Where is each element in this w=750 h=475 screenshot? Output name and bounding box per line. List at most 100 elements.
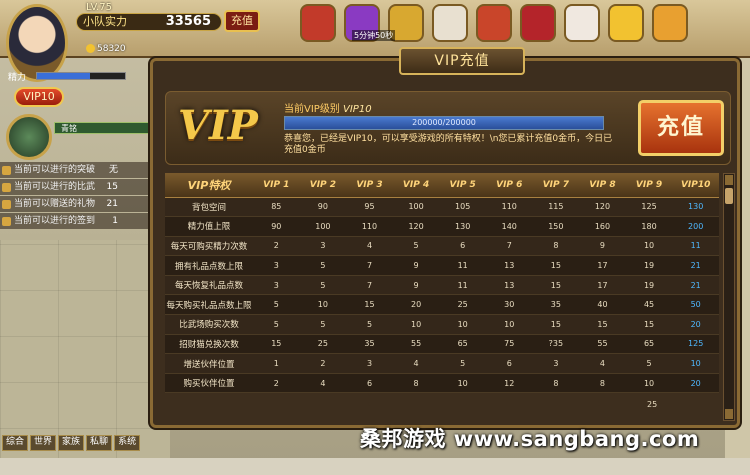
- table-body: 背包空间 85 90 95 100 105 110 115 120 125 130 精力值上限 90 10…: [165, 197, 719, 394]
- privilege-value: 110: [485, 197, 533, 218]
- vip-privilege-table: VIP特权 VIP 1 VIP 2 VIP 3 VIP 4 VIP 5 VIP 6 VIP 7…: [165, 173, 719, 394]
- privilege-value: 30: [485, 294, 533, 316]
- privilege-value: 20: [392, 294, 440, 316]
- privilege-value: 10: [625, 236, 673, 257]
- privilege-value: 11: [672, 236, 719, 257]
- header-privilege: VIP特权: [165, 173, 253, 198]
- team-power-label: 小队实力: [83, 15, 127, 28]
- header-vip-10: VIP10: [672, 173, 719, 198]
- task-item[interactable]: 当前可以进行的突破 无: [0, 162, 150, 178]
- privilege-value: 15: [579, 314, 626, 335]
- privilege-value: 35: [532, 294, 580, 316]
- privilege-value: 4: [579, 353, 626, 374]
- privilege-value: 10: [672, 353, 719, 374]
- privilege-name: 每天恢复礼品点数: [165, 275, 253, 296]
- table-row: 背包空间 85 90 95 100 105 110 115 120 125 130: [165, 197, 719, 218]
- scroll-down-arrow-icon[interactable]: [725, 409, 733, 419]
- privilege-value: 5: [625, 353, 673, 374]
- privilege-value: 2: [253, 373, 300, 394]
- task-item[interactable]: 当前可以赠送的礼物 21: [0, 196, 150, 212]
- vip-level-value: VIP10: [343, 104, 372, 115]
- table-row: 招财猫兑换次数 15 25 35 55 65 75 ?35 55 65 125: [165, 334, 719, 355]
- stamina-fill: [37, 73, 90, 79]
- privilege-value: 55: [579, 334, 626, 355]
- site-watermark: 桑邦游戏 www.sangbang.com: [360, 427, 700, 451]
- stamina-display: 精力: [8, 70, 128, 83]
- task-label: 当前可以进行的比武: [14, 182, 96, 192]
- privilege-value: 2: [253, 236, 300, 257]
- privilege-value: 17: [579, 275, 626, 296]
- privilege-value: 90: [299, 197, 347, 218]
- paper-icon[interactable]: [476, 4, 512, 42]
- privilege-value: 10: [625, 373, 673, 394]
- header-vip-3: VIP 3: [346, 173, 393, 198]
- table-row: 每天恢复礼品点数 3 5 7 9 11 13 15 17 19 21: [165, 275, 719, 296]
- privilege-value: 55: [392, 334, 440, 355]
- lucky-cat-icon[interactable]: [564, 4, 600, 42]
- table-row: 增送伙伴位置 1 2 3 4 5 6 3 4 5 10: [165, 353, 719, 374]
- task-count: 无: [108, 165, 118, 175]
- task-item[interactable]: 当前可以进行的签到 1: [0, 213, 150, 229]
- stamina-bar: [36, 72, 126, 80]
- mahjong-icon[interactable]: [432, 4, 468, 42]
- vip-logo: VIP: [178, 102, 258, 149]
- header-vip-9: VIP 9: [625, 173, 673, 198]
- fruit-basket-icon[interactable]: [300, 4, 336, 42]
- privilege-value: 15: [625, 314, 673, 335]
- privilege-value: 10: [299, 294, 347, 316]
- panel-title: VIP充值: [399, 47, 525, 75]
- scroll-thumb[interactable]: [725, 188, 733, 204]
- privilege-value: 5: [299, 314, 347, 335]
- bottom-strip: [0, 458, 750, 475]
- vip-badge[interactable]: VIP10: [14, 87, 64, 107]
- chat-tab-system[interactable]: 系统: [114, 435, 141, 451]
- privilege-name: 每天可购买精力次数: [165, 236, 253, 257]
- gold-display: 58320: [86, 44, 126, 54]
- privilege-value: 6: [485, 353, 533, 374]
- scroll-up-arrow-icon[interactable]: [725, 175, 733, 185]
- privilege-value: 5: [392, 236, 440, 257]
- privilege-value: 40: [579, 294, 626, 316]
- privilege-value: 19: [625, 275, 673, 296]
- task-icon: [2, 217, 11, 226]
- privilege-value: 75: [485, 334, 533, 355]
- privilege-value: 15: [532, 255, 580, 276]
- privilege-name: 招财猫兑换次数: [165, 334, 253, 355]
- privilege-value: 12: [485, 373, 533, 394]
- privilege-value: 120: [392, 216, 440, 237]
- privilege-value: 125: [672, 334, 719, 355]
- event-timer: 5分钟50秒: [352, 30, 396, 41]
- privilege-value: 140: [485, 216, 533, 237]
- privilege-value: 11: [439, 255, 486, 276]
- privilege-value: 9: [392, 275, 440, 296]
- privilege-value: 7: [346, 255, 393, 276]
- privilege-value: 5: [346, 314, 393, 335]
- vip-level-line: 当前VIP级别 VIP10: [284, 100, 372, 115]
- stamina-label: 精力: [8, 73, 27, 83]
- privilege-value: 10: [439, 373, 486, 394]
- pet-name-bar: 青铭: [54, 122, 149, 134]
- table-row: 购买伙伴位置 2 4 6 8 10 12 8 8 10 20: [165, 373, 719, 394]
- table-scrollbar[interactable]: [723, 173, 735, 421]
- recharge-button[interactable]: 充值: [638, 100, 724, 156]
- privilege-value: 105: [439, 197, 486, 218]
- chat-tab-all[interactable]: 综合: [2, 435, 29, 451]
- privilege-value: 100: [299, 216, 347, 237]
- chat-tab-private[interactable]: 私聊: [86, 435, 113, 451]
- table-header-row: VIP特权 VIP 1 VIP 2 VIP 3 VIP 4 VIP 5 VIP 6 VIP 7…: [165, 173, 719, 198]
- header-vip-6: VIP 6: [485, 173, 533, 198]
- lantern-icon[interactable]: [608, 4, 644, 42]
- card-icon[interactable]: [520, 4, 556, 42]
- privilege-value: 4: [346, 236, 393, 257]
- chat-tab-world[interactable]: 世界: [30, 435, 57, 451]
- chat-tab-family[interactable]: 家族: [58, 435, 85, 451]
- pet-portrait[interactable]: [6, 114, 52, 160]
- signin-icon[interactable]: [652, 4, 688, 42]
- top-recharge-button[interactable]: 充值: [224, 10, 260, 32]
- task-item[interactable]: 当前可以进行的比武 15: [0, 179, 150, 195]
- privilege-value: 160: [579, 216, 626, 237]
- privilege-value: 21: [672, 255, 719, 276]
- privilege-name: 购买伙伴位置: [165, 373, 253, 394]
- task-count: 15: [106, 182, 118, 192]
- privilege-value: 5: [299, 255, 347, 276]
